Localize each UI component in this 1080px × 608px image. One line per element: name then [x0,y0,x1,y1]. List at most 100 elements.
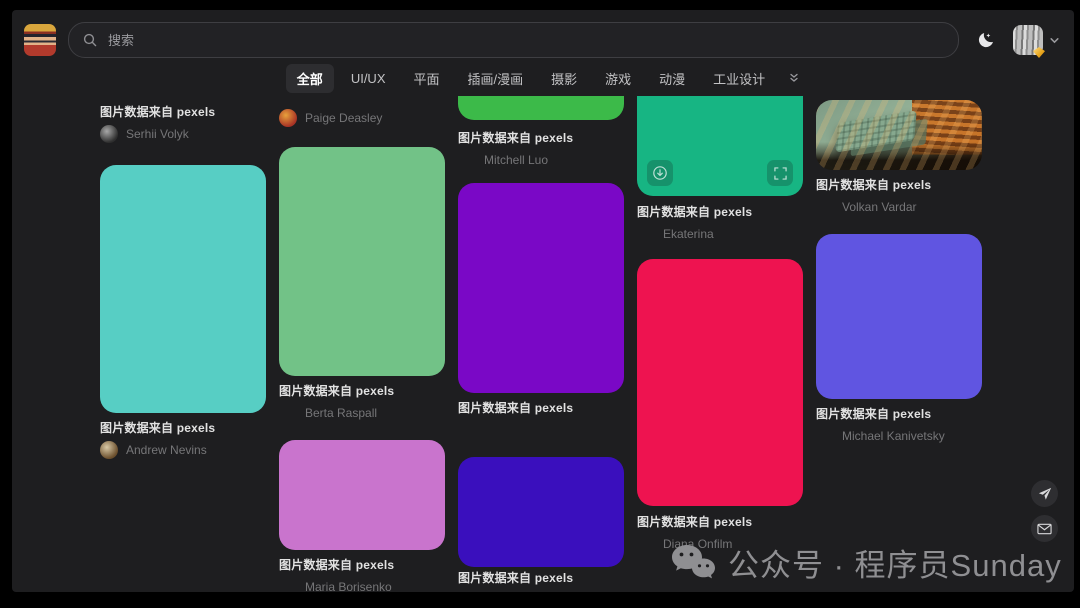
card-meta: 图片数据来自 pexels Volkan Vardar [816,177,982,216]
category-tab[interactable]: 动漫 [648,64,696,93]
card-caption: 图片数据来自 pexels [637,204,803,220]
expand-button[interactable] [767,160,793,186]
card-meta: 图片数据来自 pexels Michael Kanivetsky [816,406,982,445]
photo-card[interactable] [816,100,982,170]
category-tab[interactable]: 工业设计 [702,64,776,93]
color-image-card[interactable] [458,183,624,393]
author-name: Ekaterina [663,227,714,241]
card-caption: 图片数据来自 pexels [637,514,803,530]
user-avatar[interactable] [1013,25,1043,55]
author-name: Andrew Nevins [126,443,207,457]
color-image-card[interactable] [100,165,266,413]
card-author-row[interactable]: Mitchell Luo [458,151,624,169]
author-name: Michael Kanivetsky [842,429,945,443]
author-name: Volkan Vardar [842,200,917,214]
category-tab[interactable]: UI/UX [340,66,397,91]
gallery-column: 图片数据来自 pexelsMitchell Luo图片数据来自 pexels图片… [458,96,624,592]
gallery-column: 图片数据来自 pexels Ekaterina 图片数据来自 pexels Diana… [637,96,803,553]
paper-plane-icon [1038,487,1052,501]
category-tab[interactable]: 游戏 [594,64,642,93]
card-author-row[interactable]: Volkan Vardar [816,198,982,216]
card-caption: 图片数据来自 pexels [816,177,982,193]
author-avatar [279,109,297,127]
author-name: Berta Raspall [305,406,377,420]
author-avatar-placeholder [637,225,655,243]
site-logo-avatar[interactable] [24,24,56,56]
diamond-badge-icon [1033,47,1045,58]
author-avatar-placeholder [816,198,834,216]
tabs-overflow-button[interactable] [788,72,800,84]
author-avatar-placeholder [816,427,834,445]
search-bar[interactable] [68,22,959,58]
card-caption: 图片数据来自 pexels [816,406,982,422]
download-button[interactable] [647,160,673,186]
top-bar [24,22,1060,58]
card-author-row[interactable]: Serhii Volyk [100,125,266,143]
color-image-card[interactable] [637,96,803,196]
color-image-card[interactable] [279,147,445,376]
card-meta: 图片数据来自 pexels Mitchell Luo [458,130,624,169]
author-name: Diana Onfilm [663,537,732,551]
share-button[interactable] [1031,480,1058,507]
author-avatar-placeholder [279,404,297,422]
author-avatar-placeholder [458,591,476,592]
card-author-row[interactable]: Maria Borisenko [279,578,445,592]
category-tab[interactable]: 全部 [286,64,334,93]
author-avatar [100,441,118,459]
color-image-card[interactable] [458,96,624,120]
card-author-row[interactable]: Andrew Nevins [100,441,266,459]
color-image-card[interactable] [637,259,803,506]
author-name: Paige Deasley [305,111,382,125]
author-name: Maria Borisenko [305,580,392,592]
card-caption: 图片数据来自 pexels [100,420,266,436]
card-caption: 图片数据来自 pexels [279,383,445,399]
chevron-down-icon[interactable] [1049,35,1060,46]
card-meta: 图片数据来自 pexels Serhii Volyk [100,104,266,143]
card-meta: 图片数据来自 pexels Diana Onfilm [637,514,803,553]
card-author-row[interactable] [458,421,624,439]
color-image-card[interactable] [816,234,982,399]
card-meta: 图片数据来自 pexels Andrew Nevins [100,420,266,459]
card-author-row[interactable]: Ekaterina [637,225,803,243]
author-name: Serhii Volyk [126,127,189,141]
card-meta: 图片数据来自 pexels Camille Robi [458,570,624,592]
download-icon [652,165,668,181]
moon-icon [976,30,996,50]
category-tab[interactable]: 摄影 [540,64,588,93]
category-tab[interactable]: 插画/漫画 [457,64,535,93]
card-caption: 图片数据来自 pexels [458,570,624,586]
card-meta: 图片数据来自 pexels [458,400,624,439]
card-hover-actions [647,160,793,186]
app-window: 全部UI/UX平面插画/漫画摄影游戏动漫工业设计 图片数据来自 pexels Se… [12,10,1074,592]
card-meta: 图片数据来自 pexels Berta Raspall [279,383,445,422]
gallery-column: 图片数据来自 pexels Volkan Vardar 图片数据来自 pexels M… [816,96,982,445]
mail-icon [1037,523,1052,535]
card-author-row[interactable]: Paige Deasley [279,109,445,127]
author-avatar [100,125,118,143]
theme-toggle-button[interactable] [971,25,1001,55]
card-meta: 图片数据来自 pexels Maria Borisenko [279,557,445,592]
search-icon [83,33,97,47]
card-author-row[interactable]: Michael Kanivetsky [816,427,982,445]
author-avatar-placeholder [458,151,476,169]
color-image-card[interactable] [458,457,624,567]
double-chevron-down-icon [788,72,800,84]
color-image-card[interactable] [279,440,445,550]
card-author-row[interactable]: Diana Onfilm [637,535,803,553]
card-author-row[interactable]: Camille Robi [458,591,624,592]
card-caption: 图片数据来自 pexels [458,130,624,146]
card-meta: Paige Deasley [279,104,445,127]
gallery-column: Paige Deasley图片数据来自 pexelsBerta Raspall图… [279,96,445,592]
contact-button[interactable] [1031,515,1058,542]
author-avatar-placeholder [458,421,476,439]
image-gallery: 图片数据来自 pexels Serhii Volyk 图片数据来自 pexels An… [100,96,1074,592]
category-tabs: 全部UI/UX平面插画/漫画摄影游戏动漫工业设计 [12,64,1074,92]
search-input[interactable] [106,32,944,49]
card-author-row[interactable]: Berta Raspall [279,404,445,422]
card-caption: 图片数据来自 pexels [100,104,266,120]
card-caption: 图片数据来自 pexels [458,400,624,416]
card-caption: 图片数据来自 pexels [279,557,445,573]
author-name: Mitchell Luo [484,153,548,167]
gallery-column: 图片数据来自 pexels Serhii Volyk 图片数据来自 pexels An… [100,96,266,459]
category-tab[interactable]: 平面 [402,64,450,93]
